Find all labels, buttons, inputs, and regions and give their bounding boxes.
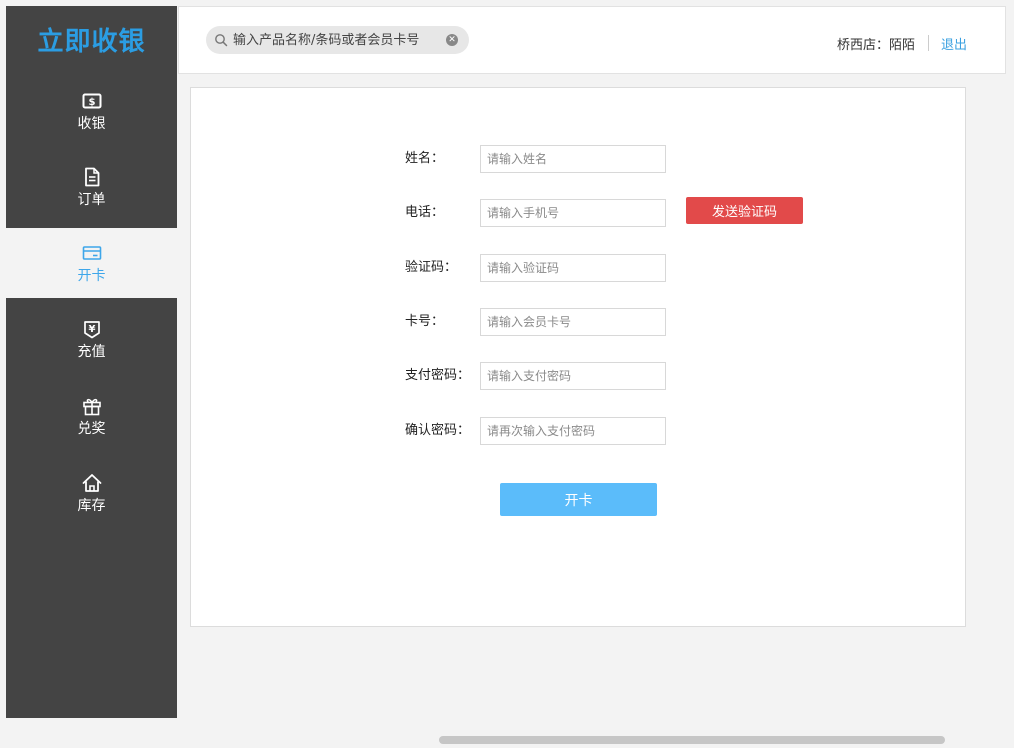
scrollbar-thumb[interactable] [439,736,945,744]
store-user-label: 桥西店：陌陌 [836,38,915,53]
send-code-button[interactable]: 发送验证码 [686,197,803,224]
gift-icon [82,398,101,416]
name-label: 姓名： [405,151,445,166]
clear-icon[interactable]: ✕ [446,34,458,46]
sidebar-item-label: 开卡 [77,268,106,284]
sidebar-item-label: 订单 [77,192,106,208]
confirm-password-label: 确认密码： [405,423,471,438]
sidebar-item-orders[interactable]: 订单 [6,152,177,222]
pay-password-field[interactable] [480,362,666,390]
sidebar-item-label: 库存 [77,498,106,514]
cash-icon: $ [82,93,101,109]
header-divider [928,35,929,51]
verify-code-label: 验证码： [405,260,458,275]
confirm-password-field[interactable] [480,417,666,445]
top-header: ✕ 桥西店：陌陌 退出 [178,6,1006,74]
search-input[interactable] [233,29,443,51]
search-icon [215,34,228,47]
svg-text:$: $ [88,97,95,108]
sidebar: 立即收银 $ 收银 订单 开卡 ¥ 充值 兑奖 库存 [6,6,177,718]
card-icon [82,246,101,260]
phone-label: 电话： [405,205,445,220]
sidebar-item-label: 充值 [77,344,106,360]
sidebar-item-redeem[interactable]: 兑奖 [6,381,177,451]
document-icon [84,167,99,187]
recharge-icon: ¥ [83,321,100,339]
phone-field[interactable] [480,199,666,227]
verify-code-field[interactable] [480,254,666,282]
home-icon [82,474,101,492]
card-number-field[interactable] [480,308,666,336]
search-box: ✕ [206,26,469,54]
svg-text:¥: ¥ [88,324,95,335]
sidebar-item-open-card[interactable]: 开卡 [6,228,177,298]
name-field[interactable] [480,145,666,173]
sidebar-item-label: 兑奖 [77,421,106,437]
app-logo: 立即收银 [37,27,146,57]
open-card-form: 姓名： 电话： 发送验证码 验证码： 卡号： 支付密码： 确认密码： 开卡 [190,87,966,627]
sidebar-item-inventory[interactable]: 库存 [6,458,177,528]
sidebar-item-cashier[interactable]: $ 收银 [6,76,177,146]
sidebar-item-recharge[interactable]: ¥ 充值 [6,304,177,374]
logout-link[interactable]: 退出 [941,34,967,53]
pay-password-label: 支付密码： [405,368,471,383]
card-number-label: 卡号： [405,314,445,329]
open-card-button[interactable]: 开卡 [500,483,657,516]
sidebar-item-label: 收银 [77,116,106,132]
